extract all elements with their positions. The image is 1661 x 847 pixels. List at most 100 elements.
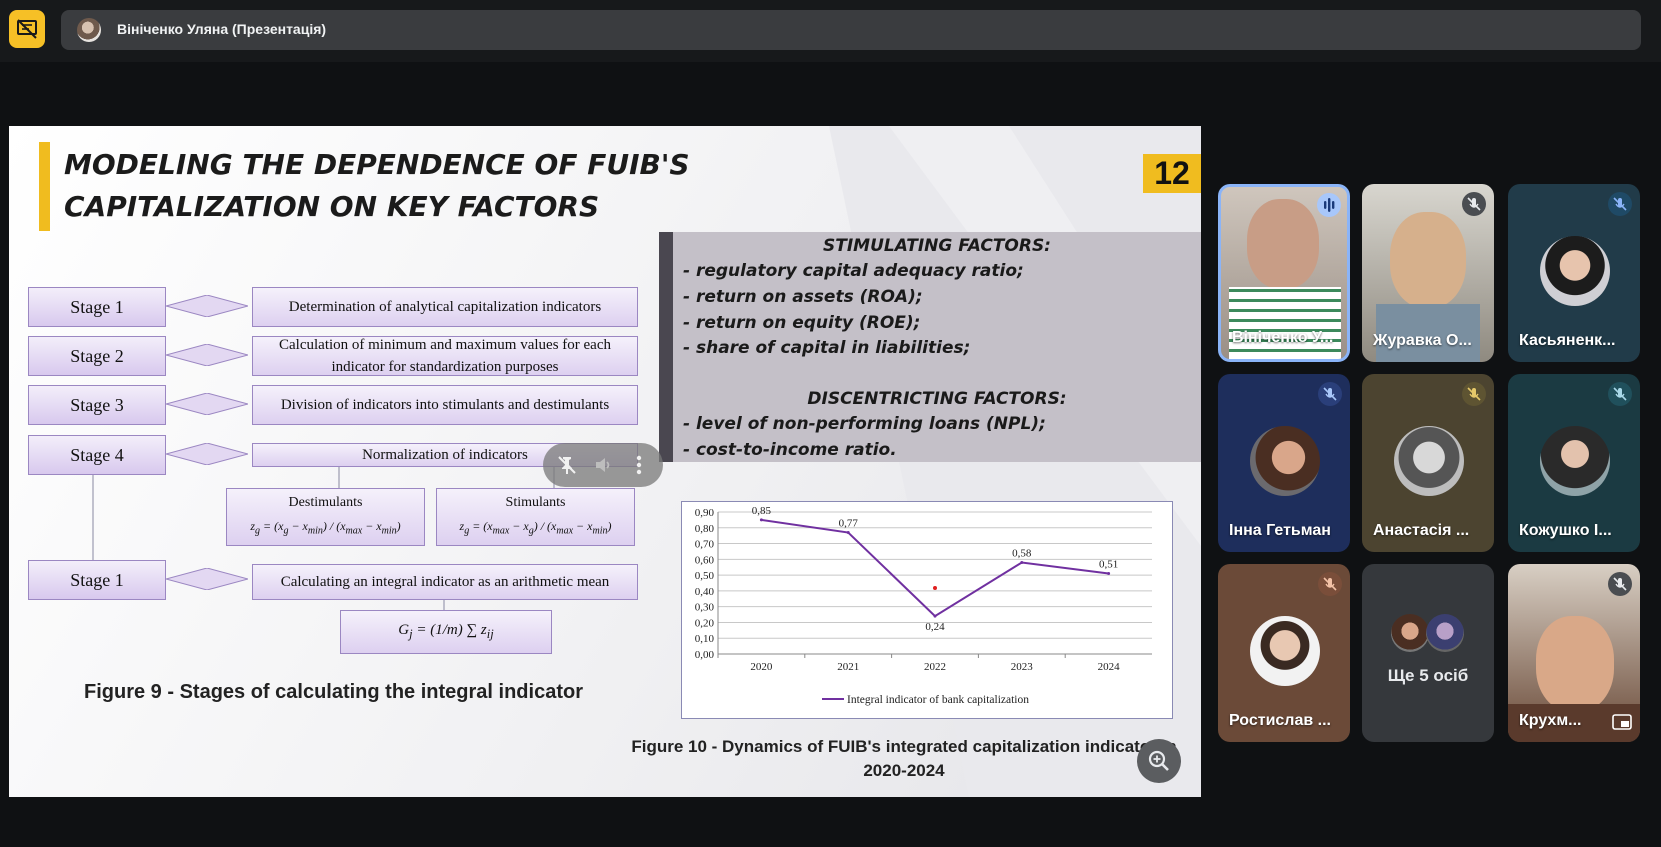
mic-off-icon [1608, 572, 1632, 596]
y-tick-label: 0,80 [695, 523, 715, 535]
more-options-icon[interactable] [635, 455, 643, 475]
participant-name: Кожушко І... [1519, 522, 1612, 539]
participant-name: Вініченко У... [1232, 329, 1334, 346]
x-tick-label: 2020 [750, 661, 773, 673]
flow-desc-3: Division of indicators into stimulants a… [252, 385, 638, 425]
stimulating-header: STIMULATING FACTORS: [823, 236, 1051, 256]
flow-stage-2: Stage 2 [28, 336, 166, 376]
y-tick-label: 0,90 [695, 507, 715, 519]
data-label: 0,85 [752, 505, 772, 517]
participant-avatar [1540, 426, 1610, 496]
flow-desc-1: Determination of analytical capitalizati… [252, 287, 638, 327]
mic-off-icon [1318, 572, 1342, 596]
participant-name: Журавка О... [1373, 332, 1472, 349]
participant-avatar [1426, 614, 1464, 652]
mic-off-icon [1318, 382, 1342, 406]
participant-video [1247, 199, 1319, 289]
y-tick-label: 0,50 [695, 570, 715, 582]
participant-avatar [1540, 236, 1610, 306]
destimulants-formula: zg = (xg − xmin) / (xmax − xmin) [250, 519, 401, 537]
data-point [846, 531, 850, 535]
factor-item: - regulatory capital adequacy ratio; [683, 261, 1024, 281]
presenter-avatar [77, 18, 101, 42]
mic-off-icon [1608, 192, 1632, 216]
participant-video [1229, 287, 1341, 359]
participant-name: Крухм... [1519, 712, 1582, 729]
y-tick-label: 0,30 [695, 602, 715, 614]
participant-name: Касьяненк... [1519, 332, 1616, 349]
destimulants-label: Destimulants [288, 495, 363, 510]
stimulants-label: Stimulants [505, 495, 566, 510]
participant-avatar [1391, 614, 1429, 652]
participant-avatar [1250, 426, 1320, 496]
stop-presenting-icon[interactable] [9, 10, 45, 48]
y-tick-label: 0,00 [695, 649, 715, 661]
participant-name: Ростислав ... [1229, 712, 1331, 729]
volume-icon[interactable] [593, 455, 613, 475]
picture-in-picture-icon[interactable] [1612, 714, 1632, 730]
factors-panel: STIMULATING FACTORS: - regulatory capita… [659, 232, 1201, 462]
series-line [761, 518, 1109, 618]
flow-connector-diamond [166, 443, 248, 465]
factor-item: - share of capital in liabilities; [683, 338, 971, 358]
legend-label: Integral indicator of bank capitalizatio… [847, 694, 1029, 706]
chart-svg: 0,00 0,10 0,20 0,30 0,40 0,50 0,60 0,70 0,80 0,90… [695, 505, 1152, 706]
presenter-title: Вініченко Уляна (Презентація) [117, 21, 327, 37]
participant-video [1390, 212, 1466, 308]
participant-tile[interactable]: Ростислав ... [1218, 564, 1350, 742]
factor-item: - cost-to-income ratio. [683, 440, 897, 460]
x-tick-label: 2022 [924, 661, 946, 673]
stimulants-formula: zg = (xmax − xg) / (xmax − xmin) [459, 519, 612, 537]
data-label: 0,51 [1099, 559, 1118, 571]
participant-name: Анастасія ... [1373, 522, 1470, 539]
flow-connector-diamond [166, 344, 248, 366]
flow-desc-5: Calculating an integral indicator as an … [252, 564, 638, 600]
figure-10-caption: Figure 10 - Dynamics of FUIB's integrate… [631, 737, 1177, 780]
flow-connector-diamond [166, 295, 248, 317]
y-tick-label: 0,20 [695, 617, 715, 629]
participant-tile[interactable]: Журавка О... [1362, 184, 1494, 362]
laser-pointer-dot [933, 586, 937, 590]
participant-name: Інна Гетьман [1229, 522, 1331, 539]
participant-tile[interactable]: Крухм... [1508, 564, 1640, 742]
y-tick-label: 0,40 [695, 586, 715, 598]
data-point [1107, 572, 1111, 576]
zoom-in-icon [1148, 750, 1169, 771]
participant-video [1536, 616, 1614, 712]
factor-item: - return on assets (ROA); [683, 287, 923, 307]
zoom-in-button[interactable] [1137, 739, 1181, 783]
slide-number: 12 [1143, 154, 1201, 193]
data-label: 0,58 [1012, 547, 1032, 559]
integral-formula-box: Gj = (1/m) ∑ zij [340, 610, 552, 654]
participant-tile[interactable]: Касьяненк... [1508, 184, 1640, 362]
factors-accent-bar [659, 232, 673, 462]
discentricting-header: DISCENTRICTING FACTORS: [807, 389, 1067, 409]
flow-desc-2: Calculation of minimum and maximum value… [252, 336, 638, 376]
participant-tile[interactable]: Вініченко У... [1218, 184, 1350, 362]
x-tick-label: 2024 [1098, 661, 1121, 673]
participant-tile[interactable]: Інна Гетьман [1218, 374, 1350, 552]
more-participants-tile[interactable]: Ще 5 осіб [1362, 564, 1494, 742]
flow-stage-5: Stage 1 [28, 560, 166, 600]
slide-hover-controls [543, 443, 663, 487]
flow-stage-3: Stage 3 [28, 385, 166, 425]
factor-item: - level of non-performing loans (NPL); [683, 414, 1046, 434]
participant-avatar [1250, 616, 1320, 686]
participant-tile[interactable]: Кожушко І... [1508, 374, 1640, 552]
participant-tile[interactable]: Анастасія ... [1362, 374, 1494, 552]
data-point [1020, 560, 1024, 564]
line-chart: 0,00 0,10 0,20 0,30 0,40 0,50 0,60 0,70 0,80 0,90… [681, 501, 1173, 719]
presentation-slide: MODELING THE DEPENDENCE OF FUIB'S CAPITA… [9, 126, 1201, 797]
flow-connector-diamond [166, 393, 248, 415]
flow-connector-diamond [166, 568, 248, 590]
unpin-icon[interactable] [557, 455, 577, 475]
participant-avatar [1394, 426, 1464, 496]
mic-off-icon [1462, 382, 1486, 406]
more-participants-label: Ще 5 осіб [1387, 666, 1469, 685]
x-tick-label: 2021 [837, 661, 859, 673]
top-bar: Вініченко Уляна (Презентація) [0, 0, 1661, 62]
destimulants-box: Destimulants zg = (xg − xmin) / (xmax − … [226, 488, 425, 546]
presentation-title-bar[interactable]: Вініченко Уляна (Презентація) [61, 10, 1641, 50]
data-point [759, 518, 763, 522]
y-tick-label: 0,60 [695, 554, 715, 566]
